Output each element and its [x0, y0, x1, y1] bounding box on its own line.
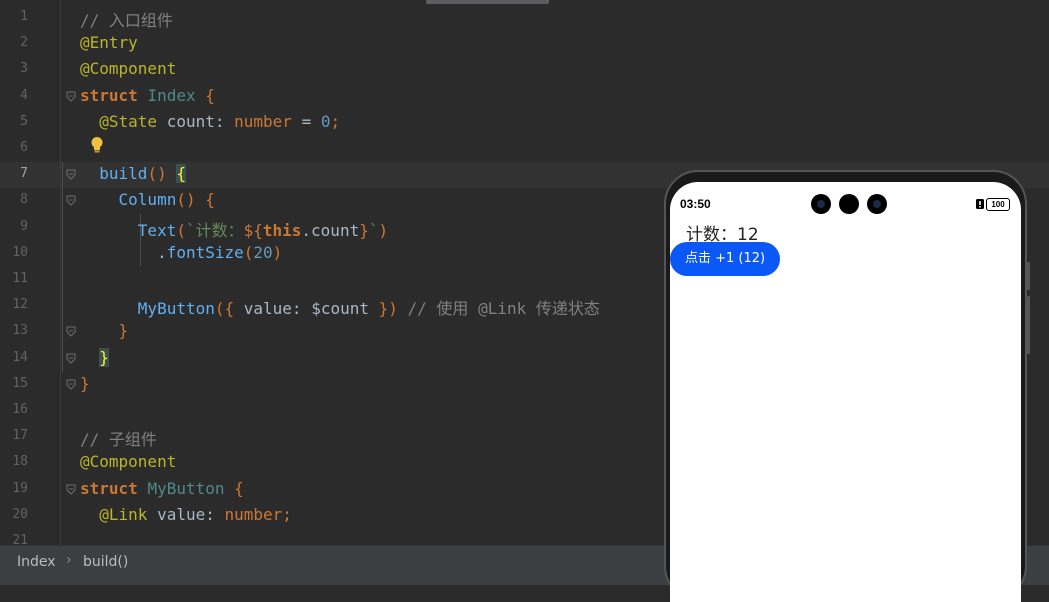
code-text: @State count: number = 0; — [99, 111, 341, 131]
line-number: 21 — [12, 533, 28, 545]
breadcrumb-item-index[interactable]: Index — [17, 554, 56, 570]
code-line[interactable]: 5 @State count: number = 0; — [0, 109, 1049, 135]
breadcrumb-item-build[interactable]: build() — [83, 554, 128, 570]
code-text: struct Index { — [80, 85, 215, 105]
code-text: } — [80, 373, 90, 393]
code-text: } — [118, 321, 129, 341]
line-number: 14 — [12, 349, 28, 365]
code-text: .fontSize(20) — [80, 242, 283, 262]
code-text: Column() { — [118, 190, 215, 210]
device-screen: 03:50 100 计数：12 点击 +1 (12) — [670, 182, 1021, 602]
line-number: 20 — [12, 506, 28, 522]
line-number: 2 — [20, 35, 28, 51]
line-number: 7 — [20, 166, 28, 182]
code-text: // 入口组件 — [80, 11, 173, 30]
fold-icon[interactable] — [66, 379, 76, 390]
camera-icon — [811, 194, 831, 214]
fold-icon[interactable] — [66, 91, 76, 102]
line-number: 4 — [20, 87, 28, 103]
breadcrumb-separator-icon: › — [66, 552, 72, 568]
code-text: @Component — [80, 59, 177, 79]
status-time: 03:50 — [680, 197, 711, 211]
phone-side-key — [1027, 262, 1030, 290]
code-line[interactable]: 3 @Component — [0, 56, 1049, 82]
line-number: 5 — [20, 113, 28, 129]
line-number: 8 — [20, 192, 28, 208]
code-text: Text(`计数：${this.count}`) — [137, 220, 389, 240]
camera-icon — [867, 194, 887, 214]
line-number: 3 — [20, 61, 28, 77]
code-line[interactable]: 4 struct Index { — [0, 83, 1049, 109]
line-number: 17 — [12, 428, 28, 444]
line-number: 13 — [12, 323, 28, 339]
code-text: @Component — [80, 452, 177, 472]
code-line[interactable]: 1 // 入口组件 — [0, 4, 1049, 30]
increment-button[interactable]: 点击 +1 (12) — [670, 242, 780, 276]
code-text: @Link value: number; — [99, 504, 292, 524]
fold-icon[interactable] — [66, 484, 76, 495]
line-number: 19 — [12, 480, 28, 496]
fold-icon[interactable] — [66, 169, 76, 180]
line-number: 6 — [20, 140, 28, 155]
phone-side-key — [1027, 296, 1030, 354]
line-number: 12 — [12, 297, 28, 313]
line-number: 1 — [20, 9, 28, 24]
device-preview: 03:50 100 计数：12 点击 +1 (12) — [664, 170, 1027, 602]
code-text: build() { — [99, 164, 186, 184]
fold-icon[interactable] — [66, 353, 76, 364]
code-text: @Entry — [80, 33, 138, 53]
code-text: struct MyButton { — [80, 478, 244, 498]
camera-icon — [839, 194, 859, 214]
fold-icon[interactable] — [66, 195, 76, 207]
code-line[interactable]: 2 @Entry — [0, 30, 1049, 56]
line-number: 18 — [12, 454, 28, 470]
line-number: 16 — [12, 402, 28, 417]
fold-icon[interactable] — [66, 326, 76, 338]
line-number: 10 — [12, 244, 28, 260]
code-line[interactable]: 6 — [0, 135, 1049, 161]
line-number: 11 — [12, 271, 28, 286]
battery-icon: 100 — [986, 198, 1010, 211]
code-text: } — [99, 347, 109, 367]
line-number: 15 — [12, 375, 28, 391]
code-text: MyButton({ value: $count }) // 使用 @Link … — [137, 299, 600, 319]
alert-icon — [976, 199, 984, 209]
lightbulb-icon[interactable] — [89, 136, 105, 154]
line-number: 9 — [20, 218, 28, 234]
code-text: // 子组件 — [80, 430, 157, 450]
